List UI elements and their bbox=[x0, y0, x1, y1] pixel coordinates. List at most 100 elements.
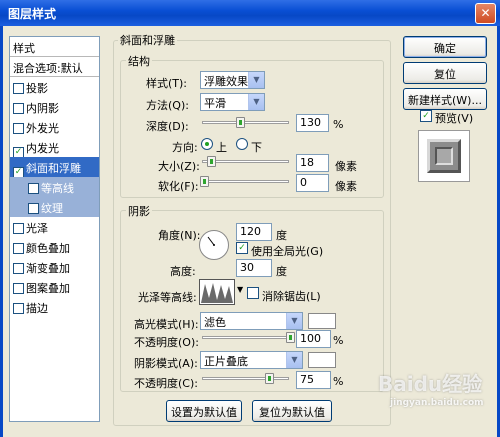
depth-slider-track[interactable] bbox=[202, 121, 289, 124]
chevron-down-icon: ▼ bbox=[248, 94, 264, 110]
style-item-label: 纹理 bbox=[41, 202, 63, 215]
highlight-opacity-unit: % bbox=[333, 334, 344, 347]
style-item-outer-glow[interactable]: 外发光 bbox=[10, 117, 99, 137]
gloss-contour-picker[interactable] bbox=[199, 279, 235, 305]
depth-unit: % bbox=[333, 118, 344, 131]
direction-up-label: 上 bbox=[216, 141, 227, 154]
chevron-down-icon[interactable]: ▼ bbox=[237, 285, 243, 294]
style-checkbox[interactable] bbox=[13, 243, 24, 254]
highlight-mode-select[interactable]: 滤色 ▼ bbox=[200, 312, 303, 330]
style-item-gradient-overlay[interactable]: 渐变叠加 bbox=[10, 257, 99, 277]
angle-unit: 度 bbox=[276, 229, 287, 242]
altitude-unit: 度 bbox=[276, 265, 287, 278]
style-checkbox[interactable] bbox=[13, 103, 24, 114]
structure-title: 结构 bbox=[126, 53, 152, 69]
style-checkbox[interactable] bbox=[28, 203, 39, 214]
style-item-label: 斜面和浮雕 bbox=[26, 162, 81, 175]
altitude-input[interactable]: 30 bbox=[236, 259, 272, 277]
style-checkbox[interactable] bbox=[13, 223, 24, 234]
style-list-header[interactable]: 样式 bbox=[10, 37, 99, 57]
style-item-contour[interactable]: 等高线 bbox=[10, 177, 99, 197]
style-checkbox[interactable] bbox=[28, 183, 39, 194]
style-item-inner-shadow[interactable]: 内阴影 bbox=[10, 97, 99, 117]
size-unit: 像素 bbox=[335, 160, 357, 173]
soften-label: 软化(F): bbox=[158, 180, 199, 193]
bevel-style-value: 浮雕效果 bbox=[204, 75, 248, 88]
preview-swatch bbox=[427, 139, 461, 173]
reset-default-button[interactable]: 复位为默认值 bbox=[252, 400, 332, 422]
style-item-label: 光泽 bbox=[26, 222, 48, 235]
style-list: 样式 混合选项:默认 投影 内阴影 外发光 ✓ 内发光 ✓ 斜面和浮雕 等高线 纹理… bbox=[9, 36, 100, 422]
preview-checkbox[interactable]: ✓ bbox=[420, 110, 432, 122]
contour-icon bbox=[201, 283, 233, 303]
watermark-url: jingyan.baidu.com bbox=[390, 398, 484, 408]
style-item-inner-glow[interactable]: ✓ 内发光 bbox=[10, 137, 99, 158]
style-checkbox[interactable] bbox=[13, 123, 24, 134]
watermark-logo: Baidu经验 bbox=[378, 372, 483, 396]
soften-slider-track[interactable] bbox=[202, 180, 289, 183]
shadow-opacity-track[interactable] bbox=[202, 377, 289, 380]
style-item-label: 外发光 bbox=[26, 122, 59, 135]
style-checkbox[interactable] bbox=[13, 303, 24, 314]
direction-down-radio[interactable] bbox=[236, 138, 248, 150]
style-item-pattern-overlay[interactable]: 图案叠加 bbox=[10, 277, 99, 297]
new-style-button[interactable]: 新建样式(W)... bbox=[403, 88, 487, 110]
make-default-button[interactable]: 设置为默认值 bbox=[166, 400, 242, 422]
reset-button[interactable]: 复位 bbox=[403, 62, 487, 84]
shadow-color-swatch[interactable] bbox=[308, 352, 336, 368]
ok-button[interactable]: 确定 bbox=[403, 36, 487, 58]
close-button[interactable]: ✕ bbox=[475, 3, 496, 24]
anti-aliased-checkbox[interactable] bbox=[247, 287, 259, 299]
style-checkbox[interactable] bbox=[13, 283, 24, 294]
technique-value: 平滑 bbox=[204, 97, 226, 110]
style-checkbox[interactable] bbox=[13, 83, 24, 94]
bevel-style-select[interactable]: 浮雕效果 ▼ bbox=[200, 71, 265, 89]
angle-input[interactable]: 120 bbox=[236, 223, 272, 241]
depth-input[interactable]: 130 bbox=[296, 114, 329, 132]
style-item-stroke[interactable]: 描边 bbox=[10, 297, 99, 317]
technique-label: 方法(Q): bbox=[146, 99, 189, 112]
highlight-color-swatch[interactable] bbox=[308, 313, 336, 329]
style-checkbox[interactable] bbox=[13, 263, 24, 274]
global-light-label: 使用全局光(G) bbox=[251, 245, 324, 258]
highlight-opacity-track[interactable] bbox=[202, 336, 289, 339]
angle-dial[interactable] bbox=[199, 230, 229, 260]
size-slider-thumb[interactable] bbox=[207, 156, 216, 167]
highlight-opacity-input[interactable]: 100 bbox=[296, 330, 331, 348]
soften-slider-thumb[interactable] bbox=[200, 176, 209, 187]
depth-slider-thumb[interactable] bbox=[236, 117, 245, 128]
shadow-mode-select[interactable]: 正片叠底 ▼ bbox=[200, 351, 303, 369]
style-item-bevel-emboss[interactable]: ✓ 斜面和浮雕 bbox=[10, 157, 99, 178]
style-item-drop-shadow[interactable]: 投影 bbox=[10, 77, 99, 97]
blending-options-item[interactable]: 混合选项:默认 bbox=[10, 57, 99, 77]
depth-label: 深度(D): bbox=[146, 120, 189, 133]
preview-label: 预览(V) bbox=[435, 112, 474, 125]
shadow-opacity-label: 不透明度(C): bbox=[134, 377, 198, 390]
highlight-opacity-thumb[interactable] bbox=[286, 332, 295, 343]
chevron-down-icon: ▼ bbox=[286, 352, 302, 368]
chevron-down-icon: ▼ bbox=[286, 313, 302, 329]
style-item-texture[interactable]: 纹理 bbox=[10, 197, 99, 217]
style-item-label: 渐变叠加 bbox=[26, 262, 70, 275]
style-item-label: 内发光 bbox=[26, 142, 59, 155]
direction-up-radio[interactable] bbox=[201, 138, 213, 150]
style-preview-thumbnail bbox=[418, 130, 470, 182]
size-label: 大小(Z): bbox=[158, 160, 200, 173]
title-bar: 图层样式 ✕ bbox=[0, 0, 500, 26]
technique-select[interactable]: 平滑 ▼ bbox=[200, 93, 265, 111]
soften-unit: 像素 bbox=[335, 180, 357, 193]
shadow-opacity-thumb[interactable] bbox=[265, 373, 274, 384]
size-input[interactable]: 18 bbox=[296, 154, 329, 172]
gloss-contour-label: 光泽等高线: bbox=[138, 291, 197, 304]
soften-input[interactable]: 0 bbox=[296, 174, 329, 192]
style-item-label: 颜色叠加 bbox=[26, 242, 70, 255]
shadow-opacity-input[interactable]: 75 bbox=[296, 371, 331, 389]
preview-inner bbox=[435, 147, 453, 165]
global-light-checkbox[interactable]: ✓ bbox=[236, 242, 248, 254]
anti-aliased-label: 消除锯齿(L) bbox=[262, 290, 321, 303]
style-item-satin[interactable]: 光泽 bbox=[10, 217, 99, 237]
altitude-label: 高度: bbox=[170, 265, 196, 278]
shadow-mode-label: 阴影模式(A): bbox=[134, 357, 198, 370]
style-item-color-overlay[interactable]: 颜色叠加 bbox=[10, 237, 99, 257]
bevel-emboss-title: 斜面和浮雕 bbox=[118, 32, 177, 48]
